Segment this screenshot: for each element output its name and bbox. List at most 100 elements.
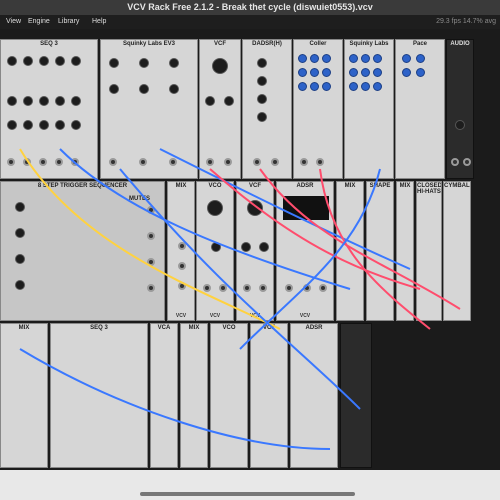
jack[interactable]: [55, 158, 63, 166]
button[interactable]: [373, 68, 382, 77]
knob[interactable]: [55, 56, 65, 66]
button[interactable]: [361, 68, 370, 77]
knob[interactable]: [139, 58, 149, 68]
vco-module-3[interactable]: VCO: [210, 323, 248, 468]
jack[interactable]: [451, 158, 459, 166]
jack[interactable]: [147, 232, 155, 240]
knob[interactable]: [205, 96, 215, 106]
button[interactable]: [349, 82, 358, 91]
jack[interactable]: [178, 262, 186, 270]
knob[interactable]: [7, 56, 17, 66]
button[interactable]: [402, 68, 411, 77]
knob[interactable]: [39, 56, 49, 66]
menu-library[interactable]: Library: [58, 15, 79, 29]
knob[interactable]: [71, 96, 81, 106]
knob[interactable]: [23, 120, 33, 130]
vca-module[interactable]: VCA: [150, 323, 178, 468]
vcf-module-3[interactable]: VCF: [250, 323, 288, 468]
button[interactable]: [310, 68, 319, 77]
cutoff-knob[interactable]: [212, 58, 228, 74]
adsr-module-2[interactable]: ADSR VCV: [276, 181, 334, 321]
horizontal-scrollbar[interactable]: [140, 492, 355, 496]
jack[interactable]: [243, 284, 251, 292]
button[interactable]: [298, 82, 307, 91]
trigger-sequencer-module[interactable]: 8 STEP TRIGGER SEQUENCER MUTES: [0, 181, 165, 321]
button[interactable]: [310, 54, 319, 63]
seq3-module-bottom[interactable]: SEQ 3: [50, 323, 148, 468]
dark-module[interactable]: [340, 323, 372, 468]
jack[interactable]: [147, 284, 155, 292]
jack[interactable]: [300, 158, 308, 166]
button[interactable]: [310, 82, 319, 91]
knob[interactable]: [23, 56, 33, 66]
knob[interactable]: [257, 94, 267, 104]
vcf-module-top[interactable]: VCF: [199, 39, 241, 179]
knob[interactable]: [39, 120, 49, 130]
squinky-ev3-module[interactable]: Squinky Labs EV3: [100, 39, 198, 179]
cymbals-module[interactable]: CYMBALS: [443, 181, 471, 321]
adsr-module-3[interactable]: ADSR: [290, 323, 338, 468]
knob[interactable]: [71, 120, 81, 130]
jack[interactable]: [178, 282, 186, 290]
length-knob[interactable]: [15, 280, 25, 290]
jack[interactable]: [71, 158, 79, 166]
audio-module[interactable]: AUDIO: [446, 39, 474, 179]
button[interactable]: [349, 54, 358, 63]
jack[interactable]: [147, 206, 155, 214]
coller-module[interactable]: Coller: [293, 39, 343, 179]
button[interactable]: [322, 68, 331, 77]
button[interactable]: [416, 54, 425, 63]
button[interactable]: [298, 54, 307, 63]
drive-knob[interactable]: [259, 242, 269, 252]
knob[interactable]: [71, 56, 81, 66]
knob[interactable]: [39, 96, 49, 106]
rack-area[interactable]: SEQ 3 Squinky Labs EV3 VCF DADSR(H) Coll…: [0, 29, 500, 470]
menu-view[interactable]: View: [6, 15, 21, 29]
button[interactable]: [373, 82, 382, 91]
menu-help[interactable]: Help: [92, 15, 106, 29]
knob[interactable]: [109, 84, 119, 94]
dadsr-module[interactable]: DADSR(H): [242, 39, 292, 179]
jack[interactable]: [219, 284, 227, 292]
vco-module-2[interactable]: VCO VCV: [196, 181, 234, 321]
jack[interactable]: [271, 158, 279, 166]
jack[interactable]: [147, 258, 155, 266]
pace-module[interactable]: Pace: [395, 39, 445, 179]
knob[interactable]: [55, 96, 65, 106]
squinky-module-2[interactable]: Squinky Labs: [344, 39, 394, 179]
freq-knob[interactable]: [207, 200, 223, 216]
shape-module[interactable]: SHAPE: [366, 181, 394, 321]
knob[interactable]: [169, 84, 179, 94]
knob[interactable]: [55, 120, 65, 130]
seq3-module-top[interactable]: SEQ 3: [0, 39, 98, 179]
jack[interactable]: [303, 284, 311, 292]
knob[interactable]: [257, 76, 267, 86]
menu-engine[interactable]: Engine: [28, 15, 50, 29]
button[interactable]: [361, 82, 370, 91]
mix-module-5[interactable]: MIX: [0, 323, 48, 468]
button[interactable]: [322, 54, 331, 63]
jack[interactable]: [178, 242, 186, 250]
button[interactable]: [402, 54, 411, 63]
level-knob[interactable]: [455, 120, 465, 130]
knob[interactable]: [7, 120, 17, 130]
knob[interactable]: [139, 84, 149, 94]
closed-hihats-module[interactable]: CLOSED HI-HATS: [416, 181, 442, 321]
jack[interactable]: [206, 158, 214, 166]
jack[interactable]: [224, 158, 232, 166]
length-knob[interactable]: [15, 228, 25, 238]
jack[interactable]: [169, 158, 177, 166]
mix-module-3[interactable]: MIX: [336, 181, 364, 321]
jack[interactable]: [253, 158, 261, 166]
button[interactable]: [349, 68, 358, 77]
mix-module-2[interactable]: MIX VCV: [167, 181, 195, 321]
knob[interactable]: [257, 58, 267, 68]
button[interactable]: [322, 82, 331, 91]
knob[interactable]: [23, 96, 33, 106]
jack[interactable]: [463, 158, 471, 166]
jack[interactable]: [139, 158, 147, 166]
pulse-width-knob[interactable]: [211, 242, 221, 252]
cutoff-knob[interactable]: [247, 200, 263, 216]
mix-module-6[interactable]: MIX: [180, 323, 208, 468]
res-knob[interactable]: [241, 242, 251, 252]
